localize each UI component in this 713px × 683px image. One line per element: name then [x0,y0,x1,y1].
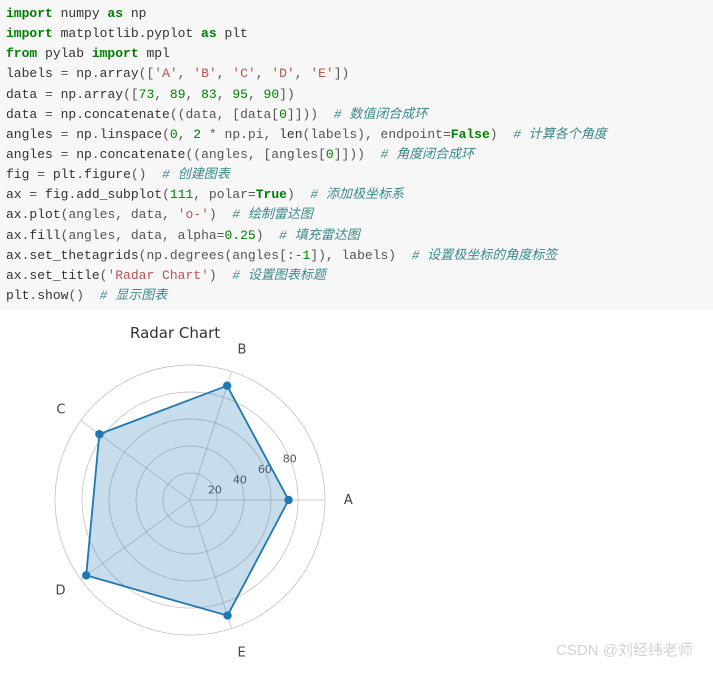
radar-fill [86,386,288,616]
watermark: CSDN @刘经纬老师 [556,639,693,660]
radar-point [82,571,90,579]
radar-point [223,382,231,390]
code-line: fig = plt.figure() # 创建图表 [6,165,707,185]
code-line: ax.plot(angles, data, 'o-') # 绘制雷达图 [6,205,707,225]
chart-title: Radar Chart [130,324,220,342]
radar-chart-svg: ABCDE20406080Radar Chart [0,310,400,660]
code-line: ax.set_title('Radar Chart') # 设置图表标题 [6,266,707,286]
code-line: ax.set_thetagrids(np.degrees(angles[:-1]… [6,246,707,266]
r-tick-label: 80 [283,453,297,466]
axis-label: C [56,403,65,418]
code-line: labels = np.array(['A', 'B', 'C', 'D', '… [6,64,707,84]
axis-label: B [238,343,247,358]
radar-point [223,611,231,619]
code-line: import matplotlib.pyplot as plt [6,24,707,44]
code-line: import numpy as np [6,4,707,24]
code-line: data = np.array([73, 89, 83, 95, 90]) [6,85,707,105]
axis-label: A [344,493,353,508]
code-line: plt.show() # 显示图表 [6,286,707,306]
axis-label: E [238,645,246,660]
code-line: angles = np.linspace(0, 2 * np.pi, len(l… [6,125,707,145]
radar-point [95,430,103,438]
axis-label: D [55,584,65,599]
code-line: angles = np.concatenate((angles, [angles… [6,145,707,165]
radar-chart-output: ABCDE20406080Radar Chart CSDN @刘经纬老师 [0,310,713,670]
code-line: ax.fill(angles, data, alpha=0.25) # 填充雷达… [6,226,707,246]
code-line: from pylab import mpl [6,44,707,64]
code-line: ax = fig.add_subplot(111, polar=True) # … [6,185,707,205]
code-block: import numpy as npimport matplotlib.pypl… [0,0,713,310]
code-line: data = np.concatenate((data, [data[0]]))… [6,105,707,125]
radar-point [284,496,292,504]
